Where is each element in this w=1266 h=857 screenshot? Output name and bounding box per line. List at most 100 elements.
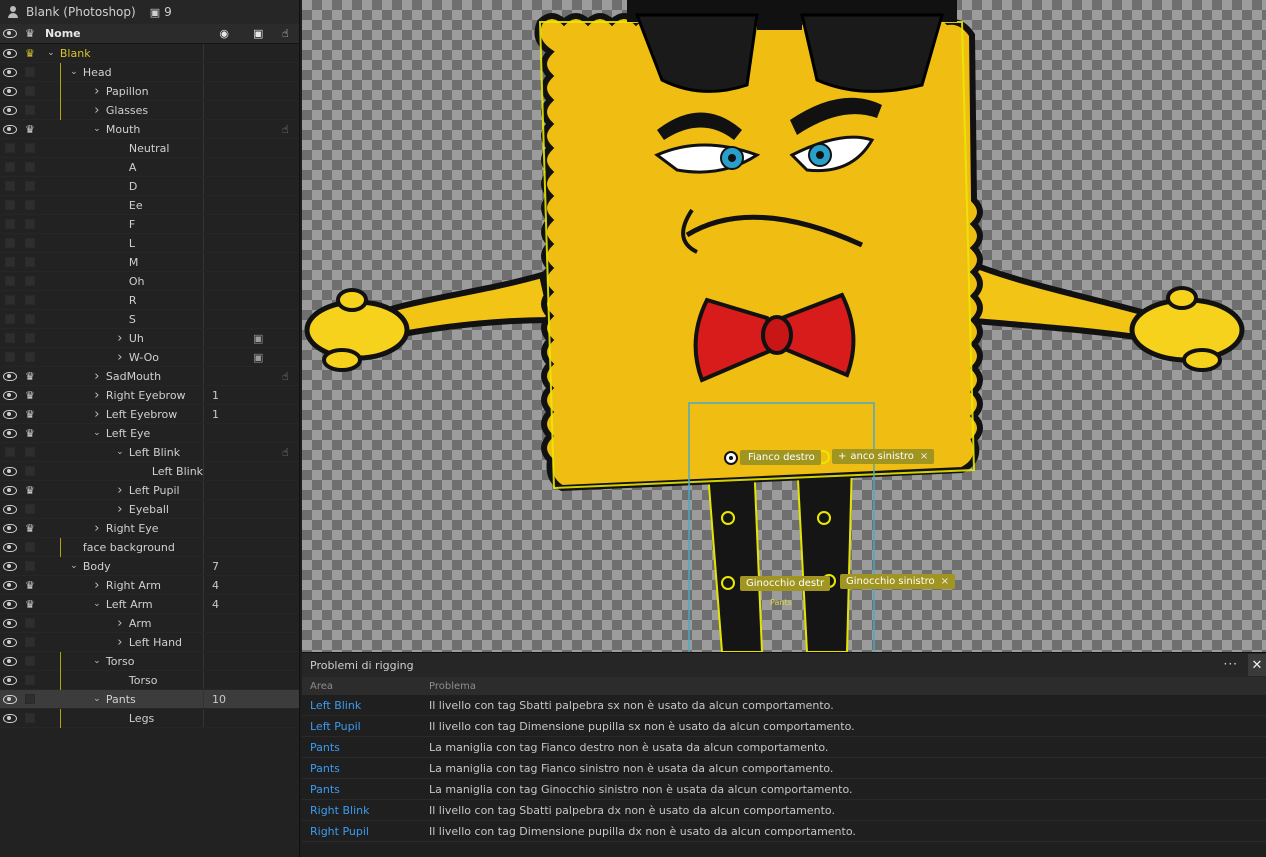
layer-row[interactable]: Oh bbox=[0, 272, 299, 291]
layer-name-cell[interactable]: S bbox=[40, 310, 203, 328]
visibility-toggle[interactable] bbox=[0, 238, 20, 248]
issue-row[interactable]: Pants La maniglia con tag Ginocchio sinis… bbox=[302, 779, 1266, 800]
crown-icon[interactable]: ♛ bbox=[20, 580, 40, 591]
layer-row[interactable]: › Papillon bbox=[0, 82, 299, 101]
layer-row[interactable]: ⌄ Left Blink ☝ bbox=[0, 443, 299, 462]
layer-name-cell[interactable]: ⌄ Torso bbox=[40, 652, 203, 671]
eye-icon[interactable] bbox=[0, 618, 20, 628]
crown-icon[interactable]: ♛ bbox=[20, 428, 40, 439]
layer-row[interactable]: › Arm bbox=[0, 614, 299, 633]
issue-row[interactable]: Right Pupil Il livello con tag Dimensione… bbox=[302, 821, 1266, 842]
layer-name-cell[interactable]: face background bbox=[40, 538, 203, 557]
layer-row[interactable]: ♛ ⌄ Left Eye bbox=[0, 424, 299, 443]
eye-icon[interactable] bbox=[0, 675, 20, 685]
panel-menu-icon[interactable]: ··· bbox=[1224, 657, 1238, 671]
layer-row[interactable]: ♛ › Left Pupil bbox=[0, 481, 299, 500]
visibility-toggle[interactable] bbox=[0, 219, 20, 229]
layer-name-cell[interactable]: ⌄ Body bbox=[40, 557, 203, 575]
layer-name-cell[interactable]: ⌄ Left Eye bbox=[40, 424, 203, 442]
issue-area-link[interactable]: Pants bbox=[302, 741, 429, 754]
independence-toggle[interactable] bbox=[20, 637, 40, 647]
layer-name-cell[interactable]: › W-Oo bbox=[40, 348, 203, 366]
layer-name-cell[interactable]: › Left Hand bbox=[40, 633, 203, 651]
issue-row[interactable]: Pants La maniglia con tag Fianco sinistro… bbox=[302, 758, 1266, 779]
layer-row[interactable]: ♛ › Right Arm 4 bbox=[0, 576, 299, 595]
chevron-down-icon[interactable]: ⌄ bbox=[69, 561, 79, 571]
hip-left-tag[interactable]: + anco sinistro × bbox=[832, 449, 935, 464]
chevron-down-icon[interactable]: ⌄ bbox=[92, 694, 102, 704]
layer-row[interactable]: › Left Hand bbox=[0, 633, 299, 652]
chevron-down-icon[interactable]: ⌄ bbox=[92, 599, 102, 609]
layer-name-cell[interactable]: D bbox=[40, 177, 203, 195]
layer-name-cell[interactable]: ⌄ Head bbox=[40, 63, 203, 82]
hand-header-icon[interactable]: ☝ bbox=[272, 24, 299, 43]
independence-toggle[interactable] bbox=[20, 67, 40, 77]
layer-row[interactable]: S bbox=[0, 310, 299, 329]
layer-row[interactable]: ♛ ⌄ Mouth ☝ bbox=[0, 120, 299, 139]
eye-icon[interactable] bbox=[0, 409, 20, 419]
chevron-down-icon[interactable]: ⌄ bbox=[92, 656, 102, 666]
independence-toggle[interactable] bbox=[20, 181, 40, 191]
chevron-right-icon[interactable]: › bbox=[115, 483, 125, 498]
chevron-right-icon[interactable]: › bbox=[92, 103, 102, 118]
chevron-right-icon[interactable]: › bbox=[115, 350, 125, 365]
independence-toggle[interactable] bbox=[20, 618, 40, 628]
layer-name-cell[interactable]: › Uh bbox=[40, 329, 203, 347]
eye-icon[interactable] bbox=[0, 656, 20, 666]
layer-row[interactable]: ♛ › Left Eyebrow 1 bbox=[0, 405, 299, 424]
layer-row[interactable]: Left Blink bbox=[0, 462, 299, 481]
visibility-toggle[interactable] bbox=[0, 352, 20, 362]
layer-row[interactable]: Legs bbox=[0, 709, 299, 728]
chevron-right-icon[interactable]: › bbox=[92, 84, 102, 99]
layer-name-cell[interactable]: Left Blink bbox=[40, 462, 203, 480]
eye-icon[interactable] bbox=[0, 694, 20, 704]
chevron-down-icon[interactable]: ⌄ bbox=[69, 67, 79, 77]
layer-row[interactable]: ♛ › Right Eyebrow 1 bbox=[0, 386, 299, 405]
crown-icon[interactable]: ♛ bbox=[20, 371, 40, 382]
layer-name-cell[interactable]: Ee bbox=[40, 196, 203, 214]
plus-header-icon[interactable]: ▣ bbox=[245, 24, 272, 43]
visibility-toggle[interactable] bbox=[0, 181, 20, 191]
independence-toggle[interactable] bbox=[20, 675, 40, 685]
issue-area-link[interactable]: Right Pupil bbox=[302, 825, 429, 838]
layer-row[interactable]: Torso bbox=[0, 671, 299, 690]
layer-name-cell[interactable]: › Papillon bbox=[40, 82, 203, 101]
eye-icon[interactable] bbox=[0, 371, 20, 381]
area-column-header[interactable]: Area bbox=[302, 681, 429, 692]
eye-icon[interactable] bbox=[0, 485, 20, 495]
eye-icon[interactable] bbox=[0, 86, 20, 96]
layer-row[interactable]: ♛ › Right Eye bbox=[0, 519, 299, 538]
independence-toggle[interactable] bbox=[20, 295, 40, 305]
layer-name-cell[interactable]: Oh bbox=[40, 272, 203, 290]
layer-row[interactable]: D bbox=[0, 177, 299, 196]
panel-close-icon[interactable]: ✕ bbox=[1248, 654, 1266, 676]
layer-row[interactable]: ⌄ Body 7 bbox=[0, 557, 299, 576]
independence-toggle[interactable] bbox=[20, 656, 40, 666]
crown-icon[interactable]: ♛ bbox=[20, 599, 40, 610]
crown-icon[interactable]: ♛ bbox=[20, 390, 40, 401]
eye-icon[interactable] bbox=[0, 580, 20, 590]
layer-name-cell[interactable]: R bbox=[40, 291, 203, 309]
chevron-down-icon[interactable]: ⌄ bbox=[115, 447, 125, 457]
independence-toggle[interactable] bbox=[20, 314, 40, 324]
layer-name-cell[interactable]: F bbox=[40, 215, 203, 233]
layer-name-cell[interactable]: Neutral bbox=[40, 139, 203, 157]
layer-row[interactable]: › W-Oo ▣ bbox=[0, 348, 299, 367]
layer-row[interactable]: A bbox=[0, 158, 299, 177]
layer-row[interactable]: L bbox=[0, 234, 299, 253]
puppet-canvas[interactable]: Fianco destro + anco sinistro × Ginocchio … bbox=[302, 0, 1266, 652]
layer-name-cell[interactable]: ⌄ Blank bbox=[40, 44, 203, 62]
visibility-toggle[interactable] bbox=[0, 257, 20, 267]
visibility-header-icon[interactable] bbox=[0, 29, 20, 38]
independence-toggle[interactable] bbox=[20, 105, 40, 115]
independence-toggle[interactable] bbox=[20, 561, 40, 571]
independence-toggle[interactable] bbox=[20, 276, 40, 286]
layer-name-cell[interactable]: › Right Eyebrow bbox=[40, 386, 203, 404]
layer-row[interactable]: ⌄ Head bbox=[0, 63, 299, 82]
crown-icon[interactable]: ♛ bbox=[20, 485, 40, 496]
visibility-toggle[interactable] bbox=[0, 447, 20, 457]
layer-name-cell[interactable]: › Eyeball bbox=[40, 500, 203, 518]
layer-row[interactable]: ♛ ⌄ Left Arm 4 bbox=[0, 595, 299, 614]
issue-area-link[interactable]: Left Pupil bbox=[302, 720, 429, 733]
chevron-right-icon[interactable]: › bbox=[92, 578, 102, 593]
